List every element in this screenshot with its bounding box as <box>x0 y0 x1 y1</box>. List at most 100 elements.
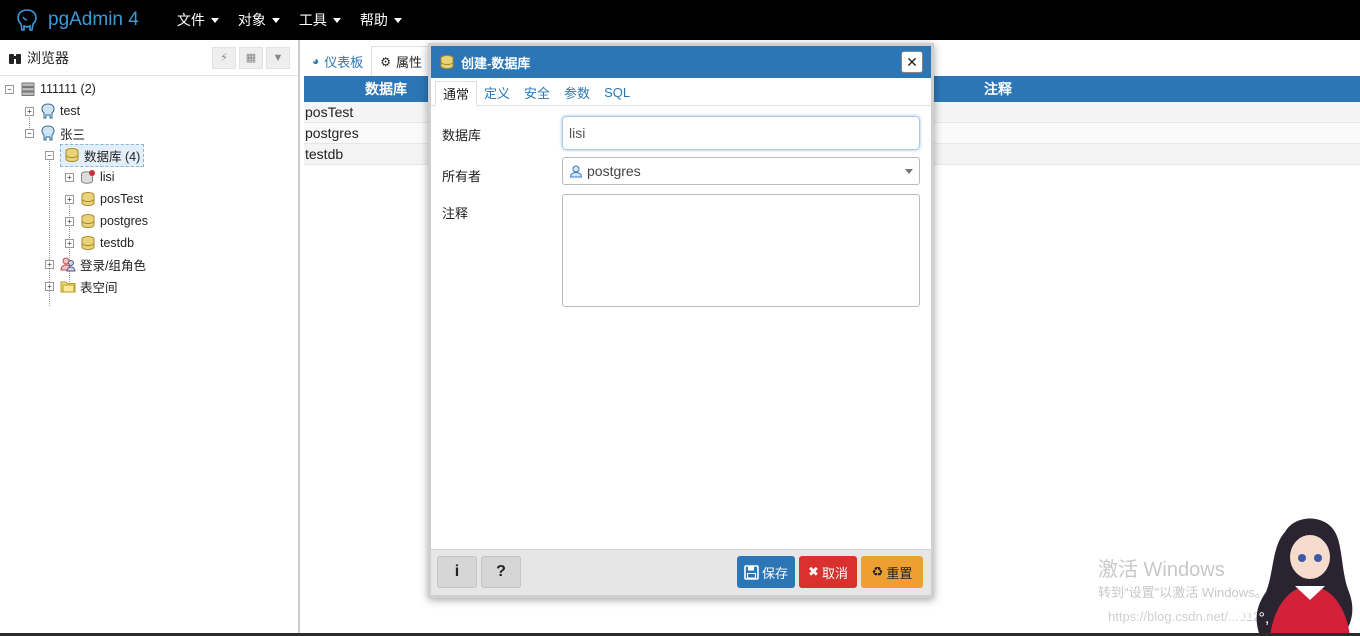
elephant-icon <box>41 125 55 141</box>
tab-definition[interactable]: 定义 <box>477 80 517 105</box>
column-header-comment[interactable]: 注释 <box>984 79 1012 99</box>
dialog-title: 创建-数据库 <box>461 55 531 71</box>
tree-node-label: 张三 <box>60 127 86 142</box>
recycle-icon: ♻ <box>871 564 884 579</box>
close-icon: ✕ <box>906 53 918 70</box>
menu-help[interactable]: 帮助 <box>360 10 402 30</box>
help-button[interactable]: ? <box>481 556 521 588</box>
owner-row: 所有者 <box>442 166 481 185</box>
query-tool-button[interactable]: ⚡ <box>212 46 236 69</box>
tree-node-label: postgres <box>100 214 148 228</box>
expand-toggle[interactable]: + <box>45 259 54 269</box>
database-error-icon <box>81 170 95 184</box>
collapse-toggle[interactable]: − <box>25 128 34 138</box>
help-icon: ? <box>496 563 506 580</box>
tree-node-server-test[interactable]: + test <box>25 101 80 121</box>
tree-node-label: 登录/组角色 <box>80 258 146 273</box>
tree-node-label: testdb <box>100 236 135 250</box>
main-menu: 文件 对象 工具 帮助 <box>177 10 421 30</box>
tree-node-databases[interactable]: − 数据库 (4) <box>45 143 145 167</box>
floppy-disk-icon <box>744 564 759 580</box>
menu-file[interactable]: 文件 <box>177 10 219 30</box>
expand-toggle[interactable]: + <box>25 106 34 116</box>
database-icon <box>81 192 95 207</box>
comment-textarea[interactable] <box>562 194 920 307</box>
binoculars-icon <box>9 53 21 64</box>
comment-label: 注释 <box>442 206 469 221</box>
caret-down-icon <box>332 17 341 23</box>
top-navbar: pgAdmin 4 文件 对象 工具 帮助 <box>0 0 1360 40</box>
tab-general[interactable]: 通常 <box>435 81 478 106</box>
view-data-button[interactable]: ▦ <box>239 46 263 69</box>
owner-select[interactable]: postgres <box>562 157 920 185</box>
tree-node-server-zhangsan[interactable]: − 张三 <box>25 123 85 143</box>
tree-node-tablespaces[interactable]: + 表空间 <box>45 276 118 296</box>
activation-watermark-title: 激活 Windows <box>1098 559 1225 581</box>
info-button[interactable]: i <box>437 556 477 588</box>
close-icon: ✖ <box>808 564 819 579</box>
database-row: 数据库 <box>442 125 481 144</box>
elephant-icon <box>41 103 55 119</box>
ime-indicator[interactable]: 中 °, <box>1238 604 1269 628</box>
expand-toggle[interactable]: + <box>65 172 74 182</box>
database-icon <box>440 55 454 70</box>
tree-node-label: posTest <box>100 192 144 206</box>
panel-tabs: ◕ 仪表板 ⚙ 属性 <box>304 46 432 76</box>
filter-icon: ▼ <box>272 51 284 64</box>
expand-toggle[interactable]: + <box>65 216 74 226</box>
info-icon: i <box>454 563 460 580</box>
tree-node-label: test <box>60 104 81 118</box>
menu-object[interactable]: 对象 <box>238 10 280 30</box>
filter-button[interactable]: ▼ <box>266 46 290 69</box>
dialog-footer: i ? 保存 ✖ 取消 ♻ 重置 <box>431 549 931 595</box>
tree-node-label: 数据库 (4) <box>84 149 141 164</box>
dropdown-arrow-icon <box>905 169 913 174</box>
tree-node-label: 111111 (2) <box>40 82 96 96</box>
tab-parameters[interactable]: 参数 <box>557 80 597 105</box>
tab-sql[interactable]: SQL <box>597 80 637 105</box>
tree-node-server-group[interactable]: − 111111 (2) <box>5 79 96 99</box>
expand-toggle[interactable]: + <box>65 238 74 248</box>
caret-down-icon <box>393 17 402 23</box>
tree-node-login-roles[interactable]: + 登录/组角色 <box>45 254 146 274</box>
lightning-icon: ⚡ <box>220 52 228 64</box>
tree-node-db-testdb[interactable]: + testdb <box>65 233 134 253</box>
caret-down-icon <box>271 17 280 23</box>
database-name-input[interactable]: lisi <box>562 116 920 150</box>
browser-panel: 浏览器 ⚡ ▦ ▼ − 111111 (2) + test − 张三 − 数据库… <box>0 40 300 636</box>
tab-security[interactable]: 安全 <box>517 80 557 105</box>
tree-node-db-postgres[interactable]: + postgres <box>65 211 148 231</box>
expand-toggle[interactable]: + <box>65 194 74 204</box>
menu-tools[interactable]: 工具 <box>299 10 341 30</box>
roles-icon <box>60 257 76 272</box>
caret-down-icon <box>210 17 219 23</box>
properties-icon: ⚙ <box>380 54 392 69</box>
close-button[interactable]: ✕ <box>901 51 923 73</box>
user-icon <box>569 165 583 178</box>
database-collection-icon <box>65 148 79 163</box>
dialog-titlebar[interactable]: 创建-数据库 ✕ <box>431 46 931 78</box>
collapse-toggle[interactable]: − <box>45 150 54 160</box>
database-icon <box>81 214 95 229</box>
browser-title: 浏览器 <box>27 49 69 66</box>
reset-button[interactable]: ♻ 重置 <box>861 556 923 588</box>
app-brand[interactable]: pgAdmin 4 <box>14 7 139 33</box>
tab-dashboard[interactable]: ◕ 仪表板 <box>304 46 371 76</box>
tree-node-db-lisi[interactable]: + lisi <box>65 167 115 187</box>
cancel-button[interactable]: ✖ 取消 <box>799 556 857 588</box>
owner-label: 所有者 <box>442 169 482 184</box>
browser-toolbar: ⚡ ▦ ▼ <box>209 46 290 69</box>
tab-properties[interactable]: ⚙ 属性 <box>371 46 432 76</box>
save-button[interactable]: 保存 <box>737 556 795 588</box>
tree-node-db-postest[interactable]: + posTest <box>65 189 143 209</box>
browser-header: 浏览器 ⚡ ▦ ▼ <box>0 40 298 76</box>
database-label: 数据库 <box>442 128 482 143</box>
create-database-dialog: 创建-数据库 ✕ 通常 定义 安全 参数 SQL 数据库 lisi 所有者 po… <box>428 43 934 598</box>
expand-toggle[interactable]: + <box>45 281 54 291</box>
dialog-tabs: 通常 定义 安全 参数 SQL <box>431 78 931 106</box>
tree-node-label: lisi <box>100 170 115 184</box>
collapse-toggle[interactable]: − <box>5 84 14 94</box>
tablespace-icon <box>60 281 76 293</box>
grid-icon: ▦ <box>245 52 257 64</box>
dashboard-icon: ◕ <box>312 54 320 68</box>
